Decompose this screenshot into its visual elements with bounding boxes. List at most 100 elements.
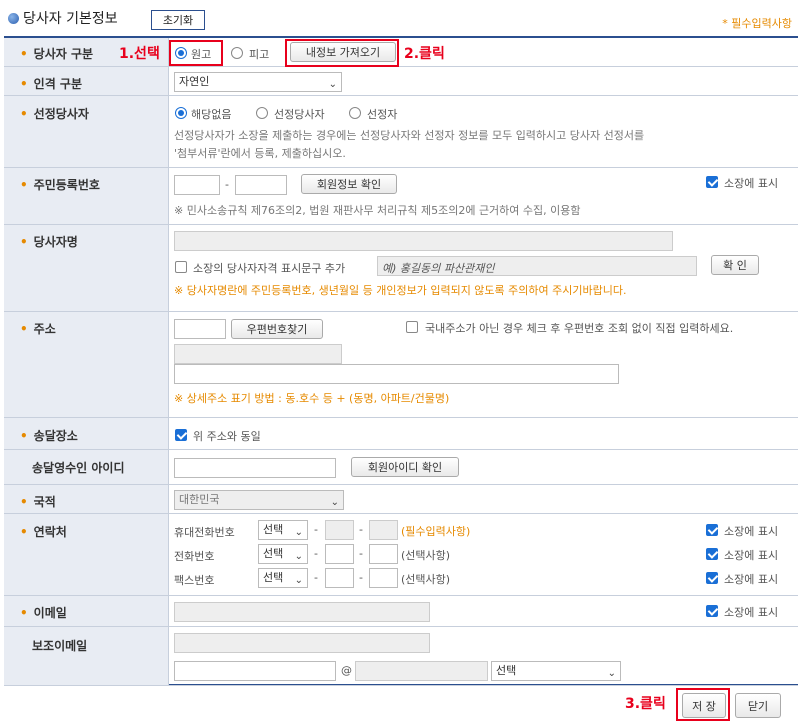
- postcode-input[interactable]: [174, 319, 226, 339]
- annotation-step1: 1.선택: [119, 46, 160, 62]
- fax-prefix-select[interactable]: 선택 ⌄: [258, 568, 308, 588]
- fax-label: 팩스번호: [174, 574, 215, 587]
- sub-email-domain-input[interactable]: [355, 661, 488, 681]
- fax-mid-input[interactable]: [325, 568, 354, 588]
- dash: -: [359, 523, 363, 536]
- email-display-label: 소장에 표시: [724, 606, 779, 619]
- address-detail-input[interactable]: [174, 364, 619, 384]
- phone-display-label: 소장에 표시: [724, 549, 779, 562]
- dash: -: [314, 571, 318, 584]
- chevron-down-icon: ⌄: [294, 527, 303, 538]
- dash: -: [225, 178, 229, 191]
- qualifier-checkbox[interactable]: [175, 261, 187, 273]
- resident-display-label: 소장에 표시: [724, 177, 779, 190]
- annotation-box-2: [285, 39, 399, 67]
- address-line1-input[interactable]: [174, 344, 342, 364]
- fax-last-input[interactable]: [369, 568, 398, 588]
- resident-no-back[interactable]: [235, 175, 287, 195]
- fax-display-label: 소장에 표시: [724, 573, 779, 586]
- phone-note: (선택사항): [401, 549, 451, 562]
- annotation-box-1: [169, 40, 223, 66]
- sub-email-input[interactable]: [174, 633, 430, 653]
- sub-email-id-input[interactable]: [174, 661, 336, 681]
- page-title-text: 당사자 기본정보: [23, 11, 118, 27]
- annotation-step2: 2.클릭: [404, 46, 445, 62]
- dash: -: [359, 547, 363, 560]
- radio-defendant-label: 피고: [249, 48, 270, 61]
- verify-member-id-button[interactable]: 회원아이디 확인: [351, 457, 459, 477]
- representative-note-2: '첨부서류'란에서 등록, 제출하십시오.: [174, 147, 346, 160]
- party-name-input[interactable]: [174, 231, 673, 251]
- resident-no-front[interactable]: [174, 175, 220, 195]
- email-input[interactable]: [174, 602, 430, 622]
- mobile-display-checkbox[interactable]: [706, 524, 718, 536]
- phone-label: 전화번호: [174, 550, 215, 563]
- fax-display-checkbox[interactable]: [706, 572, 718, 584]
- dash: -: [359, 571, 363, 584]
- nationality-select[interactable]: 대한민국 ⌄: [174, 490, 344, 510]
- label-representative: • 선정당사자: [4, 96, 168, 168]
- bullet-icon: [8, 12, 19, 24]
- mobile-prefix-select[interactable]: 선택 ⌄: [258, 520, 308, 540]
- same-address-label: 위 주소와 동일: [193, 430, 261, 443]
- reset-button[interactable]: 초기화: [151, 10, 205, 30]
- radio-representative-label: 선정당사자: [274, 108, 325, 121]
- chevron-down-icon: ⌄: [330, 497, 339, 508]
- radio-selector[interactable]: [349, 107, 361, 119]
- email-display-checkbox[interactable]: [706, 605, 718, 617]
- row-party-type: 원고 피고 내정보 가져오기: [168, 38, 798, 67]
- mobile-note: (필수입력사항): [401, 525, 471, 538]
- label-nationality: • 국적: [4, 485, 168, 514]
- row-name: 소장의 당사자자격 표시문구 추가 예) 홍길동의 파산관재인 확 인 ※ 당사…: [168, 225, 798, 312]
- row-sub-email: @ 선택 ⌄: [168, 627, 798, 686]
- radio-defendant[interactable]: [231, 47, 243, 59]
- page-title: 당사자 기본정보: [8, 8, 118, 28]
- representative-note-1: 선정당사자가 소장을 제출하는 경우에는 선정당사자와 선정자 정보를 모두 입…: [174, 129, 645, 142]
- phone-prefix-select[interactable]: 선택 ⌄: [258, 544, 308, 564]
- at-sign: @: [341, 664, 352, 677]
- mobile-mid-input[interactable]: [325, 520, 354, 540]
- dash: -: [314, 547, 318, 560]
- row-delivery-receiver: 회원아이디 확인: [168, 450, 798, 485]
- close-button[interactable]: 닫기: [735, 693, 781, 718]
- row-contact: 휴대전화번호 선택 ⌄ - - (필수입력사항) 소장에 표시 전화번호 선택 ⌄ …: [168, 514, 798, 596]
- row-address: 우편번호찾기 국내주소가 아닌 경우 체크 후 우편번호 조회 없이 직접 입력…: [168, 312, 798, 418]
- name-warning: ※ 당사자명란에 주민등록번호, 생년월일 등 개인정보가 입력되지 않도록 주…: [174, 284, 627, 297]
- chevron-down-icon: ⌄: [328, 79, 337, 90]
- mobile-last-input[interactable]: [369, 520, 398, 540]
- confirm-button[interactable]: 확 인: [711, 255, 759, 275]
- chevron-down-icon: ⌄: [294, 575, 303, 586]
- qualifier-label: 소장의 당사자자격 표시문구 추가: [193, 262, 346, 275]
- annotation-step3: 3.클릭: [625, 696, 666, 712]
- radio-representative[interactable]: [256, 107, 268, 119]
- chevron-down-icon: ⌄: [294, 551, 303, 562]
- label-address: • 주소: [4, 312, 168, 418]
- label-sub-email: 보조이메일: [4, 627, 168, 686]
- required-note: * 필수입력사항: [722, 17, 792, 30]
- verify-member-button[interactable]: 회원정보 확인: [301, 174, 397, 194]
- phone-display-checkbox[interactable]: [706, 548, 718, 560]
- same-address-checkbox[interactable]: [175, 429, 187, 441]
- dash: -: [314, 523, 318, 536]
- annotation-box-3: [676, 688, 730, 721]
- sub-email-domain-select[interactable]: 선택 ⌄: [491, 661, 621, 681]
- label-delivery-receiver: 송달영수인 아이디: [4, 450, 168, 485]
- foreign-address-checkbox[interactable]: [406, 321, 418, 333]
- phone-last-input[interactable]: [369, 544, 398, 564]
- person-type-select[interactable]: 자연인 ⌄: [174, 72, 342, 92]
- phone-mid-input[interactable]: [325, 544, 354, 564]
- postcode-search-button[interactable]: 우편번호찾기: [231, 319, 323, 339]
- mobile-label: 휴대전화번호: [174, 526, 235, 539]
- label-delivery: • 송달장소: [4, 418, 168, 450]
- row-delivery: 위 주소와 동일: [168, 418, 798, 450]
- chevron-down-icon: ⌄: [607, 668, 616, 679]
- resident-note: ※ 민사소송규칙 제76조의2, 법원 재판사무 처리규칙 제5조의2에 근거하…: [174, 204, 581, 217]
- resident-display-checkbox[interactable]: [706, 176, 718, 188]
- receiver-id-input[interactable]: [174, 458, 336, 478]
- radio-selector-label: 선정자: [367, 108, 398, 121]
- radio-none[interactable]: [175, 107, 187, 119]
- row-resident-no: - 회원정보 확인 소장에 표시 ※ 민사소송규칙 제76조의2, 법원 재판사…: [168, 168, 798, 225]
- label-email: • 이메일: [4, 596, 168, 627]
- qualifier-input[interactable]: 예) 홍길동의 파산관재인: [377, 256, 697, 276]
- qualifier-placeholder: 예) 홍길동의 파산관재인: [382, 262, 495, 275]
